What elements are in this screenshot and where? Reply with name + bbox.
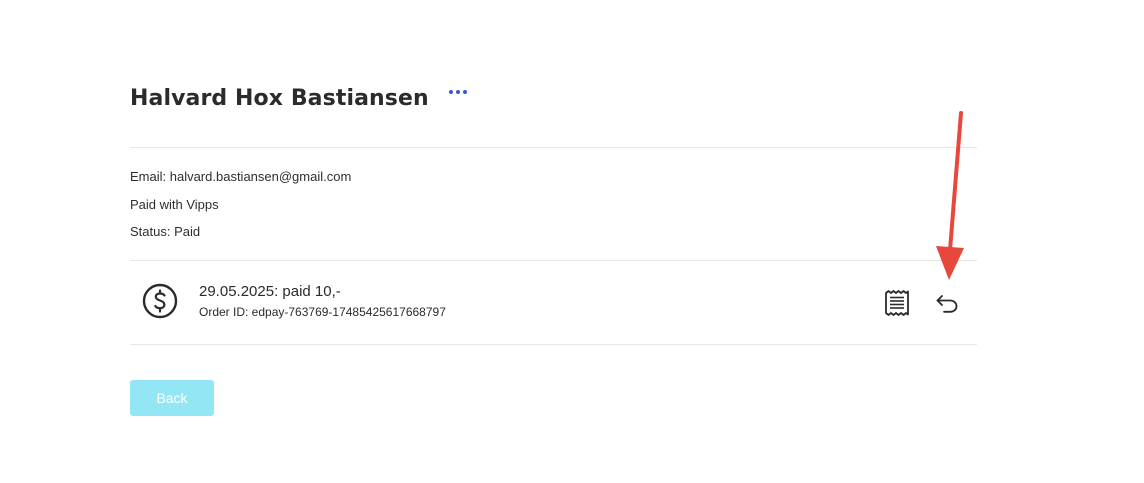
more-dots-icon bbox=[462, 89, 467, 94]
payment-title: 29.05.2025: paid 10,- bbox=[199, 283, 341, 300]
back-button[interactable]: Back bbox=[130, 380, 214, 416]
payment-method-text: Paid with Vipps bbox=[130, 197, 219, 212]
dollar-coin-icon bbox=[142, 283, 178, 319]
header: Halvard Hox Bastiansen bbox=[130, 86, 469, 111]
divider bbox=[130, 147, 977, 148]
undo-arrow-icon[interactable] bbox=[934, 291, 960, 315]
divider bbox=[130, 344, 977, 345]
customer-name: Halvard Hox Bastiansen bbox=[130, 86, 429, 111]
payment-row: 29.05.2025: paid 10,- Order ID: edpay-76… bbox=[130, 261, 977, 344]
receipt-icon[interactable] bbox=[884, 289, 910, 317]
status-text: Status: Paid bbox=[130, 224, 201, 239]
annotation-arrow-icon bbox=[936, 111, 964, 280]
more-options-button[interactable] bbox=[447, 86, 469, 98]
more-dots-icon bbox=[455, 89, 460, 94]
more-dots-icon bbox=[448, 89, 453, 94]
email-text: Email: halvard.bastiansen@gmail.com bbox=[130, 169, 352, 184]
order-id: Order ID: edpay-763769-17485425617668797 bbox=[199, 305, 446, 319]
